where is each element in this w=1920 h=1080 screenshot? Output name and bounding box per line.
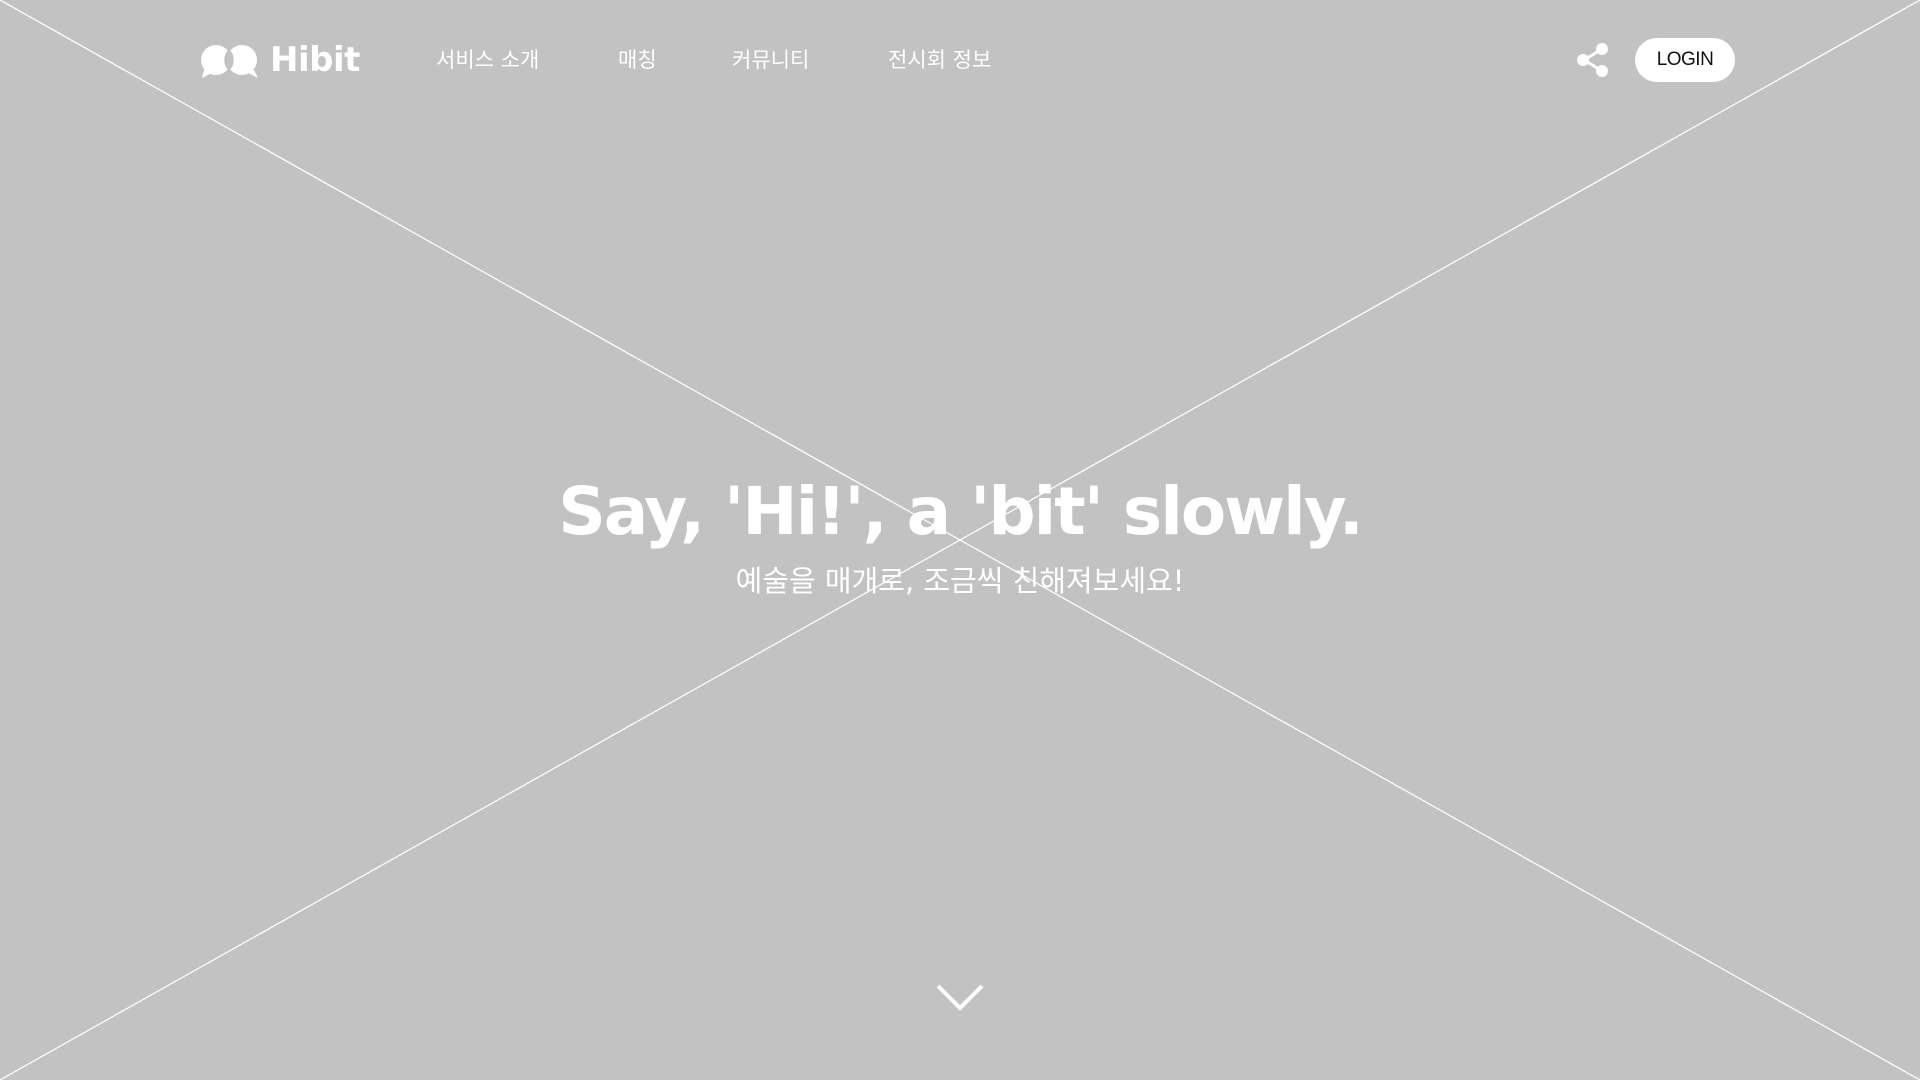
logo-link[interactable]: Hibit: [200, 36, 360, 84]
speech-bubbles-logo-icon: [201, 45, 258, 78]
brand-name: Hibit: [270, 40, 360, 80]
nav-item-matching[interactable]: 매칭: [618, 44, 657, 74]
hero-headline: Say, 'Hi!', a 'bit' slowly.: [558, 473, 1364, 550]
hero-subline: 예술을 매개로, 조금씩 친해져보세요!: [735, 564, 1185, 598]
hero-section: Say, 'Hi!', a 'bit' slowly. 예술을 매개로, 조금씩…: [0, 470, 1920, 600]
share-icon[interactable]: [1576, 42, 1610, 78]
chevron-down-icon[interactable]: [935, 978, 985, 1014]
nav-item-community[interactable]: 커뮤니티: [732, 44, 809, 74]
nav-item-service-intro[interactable]: 서비스 소개: [436, 44, 539, 74]
nav-item-exhibition-info[interactable]: 전시회 정보: [888, 44, 991, 74]
site-header: Hibit 서비스 소개 매칭 커뮤니티 전시회 정보 LOGIN: [0, 0, 1920, 120]
login-button[interactable]: LOGIN: [1635, 38, 1735, 82]
